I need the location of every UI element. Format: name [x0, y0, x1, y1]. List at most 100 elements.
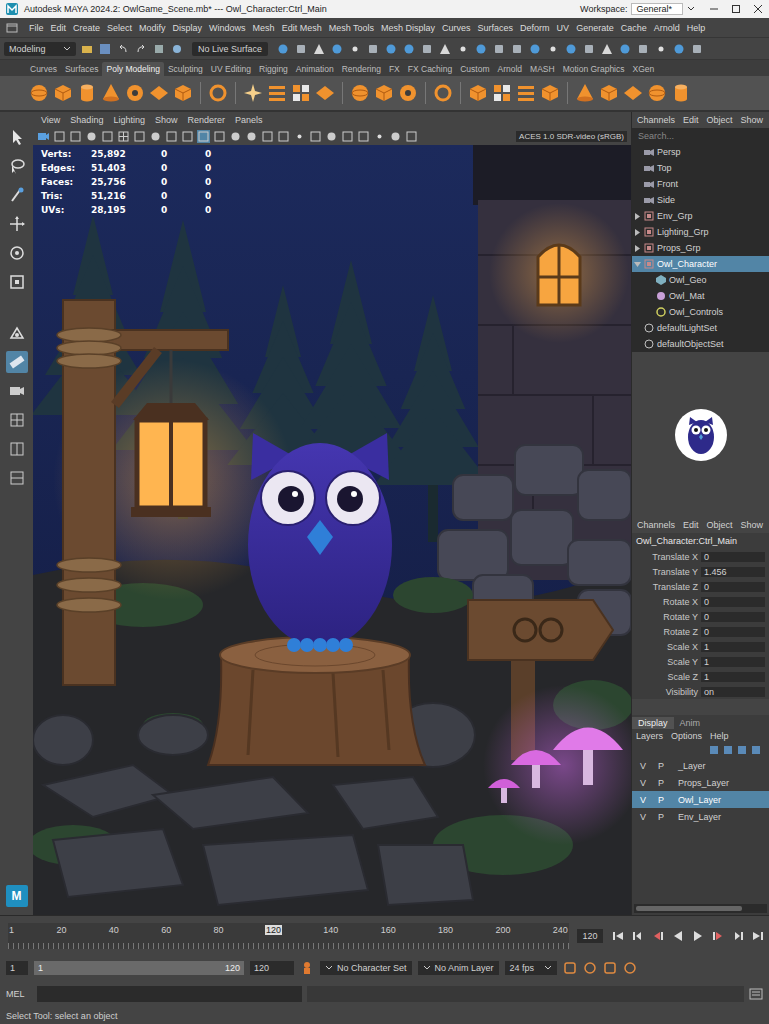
brush-tool[interactable] [6, 184, 28, 206]
channel-box-menu-item[interactable]: Show [741, 520, 764, 530]
shelf-tab[interactable]: UV Editing [207, 62, 255, 76]
outliner-item[interactable]: Env_Grp [632, 208, 769, 224]
viewport-menu-item[interactable]: View [41, 115, 60, 125]
attribute-value[interactable]: 0 [701, 612, 765, 622]
layer-row[interactable]: VP_Layer [632, 757, 769, 774]
command-language-toggle[interactable]: MEL [6, 989, 32, 999]
save-icon[interactable] [98, 42, 112, 56]
viewport-sq-icon[interactable] [341, 130, 354, 143]
menu-item[interactable]: Curves [442, 23, 471, 33]
outliner-item[interactable]: Top [632, 160, 769, 176]
status-circ-icon[interactable] [564, 42, 578, 56]
maya-logo[interactable]: M [6, 885, 28, 907]
menu-item[interactable]: UV [557, 23, 570, 33]
viewport-grid-icon[interactable] [117, 130, 130, 143]
layer-tool-icon[interactable] [709, 745, 719, 755]
current-frame-field[interactable]: 120 [577, 929, 603, 943]
channel-attribute[interactable]: Translate X0 [632, 549, 769, 564]
layer-playback-toggle[interactable]: P [654, 778, 668, 788]
camera-tool[interactable] [6, 380, 28, 402]
soft-tool[interactable] [6, 322, 28, 344]
playback-start-handle[interactable]: 1 [34, 963, 47, 973]
status-sq-icon[interactable] [690, 42, 704, 56]
layer-tool-icon[interactable] [737, 745, 747, 755]
grid-icon[interactable] [491, 82, 513, 104]
viewport-circ-icon[interactable] [389, 130, 402, 143]
expand-arrow[interactable] [634, 229, 641, 236]
viewport-menu-item[interactable]: Renderer [187, 115, 225, 125]
viewport-menu-item[interactable]: Show [155, 115, 178, 125]
channel-attribute[interactable]: Rotate X0 [632, 594, 769, 609]
outliner-item[interactable]: Front [632, 176, 769, 192]
close-icon[interactable] [753, 4, 763, 14]
viewport-circ-icon[interactable] [85, 130, 98, 143]
expand-arrow[interactable] [634, 261, 641, 268]
status-sq-icon[interactable] [582, 42, 596, 56]
shelf-tab[interactable]: Sculpting [164, 62, 207, 76]
cube-icon[interactable] [598, 82, 620, 104]
cone-icon[interactable] [100, 82, 122, 104]
keyback-icon[interactable] [651, 930, 665, 942]
outliner-search[interactable]: Search... [635, 129, 766, 143]
menu-item[interactable]: Select [107, 23, 132, 33]
redo-icon[interactable] [134, 42, 148, 56]
plane-icon[interactable] [622, 82, 644, 104]
keyfwd-icon[interactable] [711, 930, 725, 942]
shelf-tab[interactable]: Surfaces [61, 62, 103, 76]
command-input[interactable] [37, 986, 302, 1002]
bars-icon[interactable] [266, 82, 288, 104]
scale-tool[interactable] [6, 271, 28, 293]
channel-attribute[interactable]: Scale Y1 [632, 654, 769, 669]
color-space-label[interactable]: ACES 1.0 SDR-video (sRGB) [516, 131, 627, 142]
status-circ-icon[interactable] [672, 42, 686, 56]
ring-icon[interactable] [207, 82, 229, 104]
layer-tool-icon[interactable] [751, 745, 761, 755]
attribute-value[interactable]: 0 [701, 582, 765, 592]
attribute-value[interactable]: 1 [701, 642, 765, 652]
channel-box-menu-item[interactable]: Edit [683, 520, 699, 530]
shelf-tab[interactable]: FX [385, 62, 404, 76]
viewport-scene[interactable]: Verts:25,89200Edges:51,40300Faces:25,756… [33, 145, 631, 915]
menu-item[interactable]: Create [73, 23, 100, 33]
outliner-menu-item[interactable]: Edit [683, 115, 699, 125]
status-tri-icon[interactable] [438, 42, 452, 56]
outliner-item[interactable]: Owl_Mat [632, 288, 769, 304]
plane-icon[interactable] [314, 82, 336, 104]
layer-row[interactable]: VPProps_Layer [632, 774, 769, 791]
layer-visibility-toggle[interactable]: V [636, 778, 650, 788]
folder-icon[interactable] [80, 42, 94, 56]
menu-item[interactable]: Generate [576, 23, 614, 33]
layer-menu-item[interactable]: Options [671, 731, 702, 741]
cube-icon[interactable] [52, 82, 74, 104]
start-icon[interactable] [611, 930, 625, 942]
menu-item[interactable]: Mesh Display [381, 23, 435, 33]
script-editor-icon[interactable] [749, 987, 763, 1001]
sq-icon[interactable] [152, 42, 166, 56]
animation-end-field[interactable]: 120 [250, 961, 294, 975]
attribute-value[interactable]: 1.456 [701, 567, 765, 577]
menu-item[interactable]: Modify [139, 23, 166, 33]
attribute-value[interactable]: 0 [701, 597, 765, 607]
layer-row[interactable]: VPOwl_Layer [632, 791, 769, 808]
viewport-sq-icon[interactable] [357, 130, 370, 143]
menu-item[interactable]: Edit Mesh [282, 23, 322, 33]
shelf-tab[interactable]: Poly Modeling [102, 62, 163, 76]
outliner-menu-item[interactable]: Channels [637, 115, 675, 125]
status-dot-icon[interactable] [654, 42, 668, 56]
menu-item[interactable]: Surfaces [478, 23, 514, 33]
layer-playback-toggle[interactable]: P [654, 761, 668, 771]
channel-attribute[interactable]: Translate Z0 [632, 579, 769, 594]
viewport-menu-item[interactable]: Panels [235, 115, 263, 125]
expand-arrow[interactable] [634, 245, 641, 252]
status-sq-icon[interactable] [492, 42, 506, 56]
outliner-menu-item[interactable]: Show [741, 115, 764, 125]
viewport-sq-icon[interactable] [309, 130, 322, 143]
menu-item[interactable]: Arnold [654, 23, 680, 33]
attribute-value[interactable]: 1 [701, 672, 765, 682]
viewport-dot-icon[interactable] [293, 130, 306, 143]
workspace-selector[interactable]: Workspace:General* [580, 3, 695, 15]
window-menu-icon[interactable] [6, 22, 18, 34]
status-sq-icon[interactable] [510, 42, 524, 56]
layer-visibility-toggle[interactable]: V [636, 812, 650, 822]
shelf-tab[interactable]: Motion Graphics [559, 62, 629, 76]
